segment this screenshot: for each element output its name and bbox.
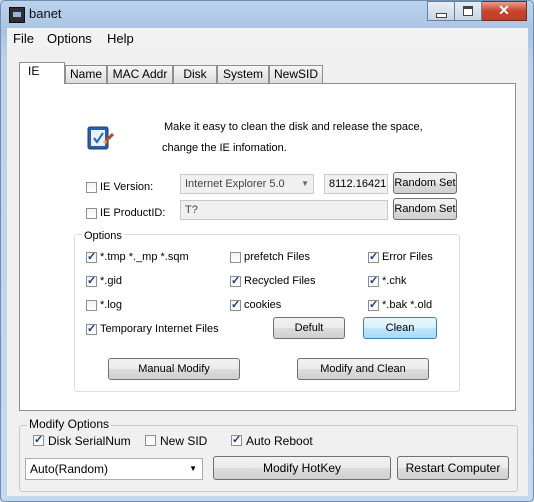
- chk-files-checkbox[interactable]: [368, 274, 379, 287]
- chk-files-label: *.chk: [382, 275, 407, 287]
- client-area: IE Name MAC Addr Disk System NewSID Make…: [7, 48, 528, 496]
- tab-system[interactable]: System: [217, 65, 269, 83]
- ie-version-random-set-button[interactable]: Random Set: [393, 172, 457, 194]
- window-title: banet: [29, 6, 62, 21]
- menu-file[interactable]: File: [13, 31, 34, 46]
- modify-options-title: Modify Options: [27, 417, 112, 431]
- new-sid-checkbox[interactable]: [145, 435, 156, 446]
- close-button[interactable]: ✕: [482, 1, 527, 21]
- prefetch-files-checkbox[interactable]: [230, 252, 241, 263]
- ie-productid-checkbox[interactable]: [86, 208, 97, 219]
- ie-productid-random-set-button[interactable]: Random Set: [393, 198, 457, 220]
- maximize-button[interactable]: [455, 1, 482, 21]
- menu-options[interactable]: Options: [47, 31, 92, 46]
- ie-productid-field[interactable]: T?: [180, 200, 388, 220]
- modify-hotkey-button[interactable]: Modify HotKey: [213, 456, 391, 480]
- tab-newsid[interactable]: NewSID: [269, 65, 323, 83]
- log-files-label: *.log: [100, 299, 123, 311]
- ie-version-value: Internet Explorer 5.0: [185, 178, 285, 190]
- bak-old-files-checkbox[interactable]: [368, 298, 379, 311]
- temp-internet-files-checkbox[interactable]: [86, 322, 97, 335]
- ie-version-checkbox[interactable]: [86, 182, 97, 193]
- manual-modify-button[interactable]: Manual Modify: [108, 358, 240, 380]
- restart-computer-button[interactable]: Restart Computer: [397, 456, 509, 480]
- chevron-down-icon: ▼: [189, 464, 197, 473]
- app-icon: [9, 7, 25, 23]
- options-group-title: Options: [82, 230, 124, 242]
- log-files-checkbox[interactable]: [86, 300, 97, 311]
- minimize-button[interactable]: [427, 1, 455, 21]
- menu-help[interactable]: Help: [107, 31, 134, 46]
- error-files-label: Error Files: [382, 251, 433, 263]
- tmp-files-label: *.tmp *._mp *.sqm: [100, 251, 189, 263]
- mode-select-value: Auto(Random): [30, 462, 109, 476]
- title-bar[interactable]: banet ✕: [1, 1, 533, 27]
- main-window: banet ✕ File Options Help IE Name MAC Ad…: [0, 0, 534, 502]
- gid-files-checkbox[interactable]: [86, 274, 97, 287]
- error-files-checkbox[interactable]: [368, 250, 379, 263]
- recycled-files-label: Recycled Files: [244, 275, 316, 287]
- close-icon: ✕: [498, 2, 510, 18]
- ie-productid-label: IE ProductID:: [100, 207, 166, 219]
- ie-version-select[interactable]: Internet Explorer 5.0 ▼: [180, 174, 314, 194]
- recycled-files-checkbox[interactable]: [230, 274, 241, 287]
- tab-ie[interactable]: IE: [19, 62, 65, 84]
- tab-disk[interactable]: Disk: [173, 65, 217, 83]
- disk-serialnum-label: Disk SerialNum: [48, 434, 131, 448]
- ie-build-field[interactable]: 8112.16421: [324, 174, 388, 194]
- modify-and-clean-button[interactable]: Modify and Clean: [297, 358, 429, 380]
- disk-serialnum-checkbox[interactable]: [33, 433, 44, 446]
- clean-button[interactable]: Clean: [363, 317, 437, 339]
- default-button[interactable]: Defult: [273, 317, 345, 339]
- cookies-checkbox[interactable]: [230, 298, 241, 311]
- auto-reboot-label: Auto Reboot: [246, 434, 313, 448]
- tmp-files-checkbox[interactable]: [86, 250, 97, 263]
- bak-old-files-label: *.bak *.old: [382, 299, 433, 311]
- mode-select[interactable]: Auto(Random) ▼: [25, 458, 203, 480]
- description-line-1: Make it easy to clean the disk and relea…: [164, 121, 423, 133]
- tab-name[interactable]: Name: [65, 65, 107, 83]
- gid-files-label: *.gid: [100, 275, 123, 287]
- auto-reboot-checkbox[interactable]: [231, 433, 242, 446]
- ie-version-label: IE Version:: [100, 181, 154, 193]
- new-sid-label: New SID: [160, 434, 208, 448]
- description-line-2: change the IE infomation.: [162, 142, 287, 154]
- window-controls: ✕: [427, 1, 527, 21]
- cookies-label: cookies: [244, 299, 282, 311]
- chevron-down-icon: ▼: [301, 179, 309, 188]
- cleanup-app-icon: [87, 126, 114, 150]
- ie-tab-panel: Make it easy to clean the disk and relea…: [19, 83, 516, 411]
- tab-mac-addr[interactable]: MAC Addr: [107, 65, 173, 83]
- prefetch-files-label: prefetch Files: [244, 251, 311, 263]
- menu-bar: File Options Help: [7, 28, 528, 49]
- temp-internet-files-label: Temporary Internet Files: [100, 323, 219, 335]
